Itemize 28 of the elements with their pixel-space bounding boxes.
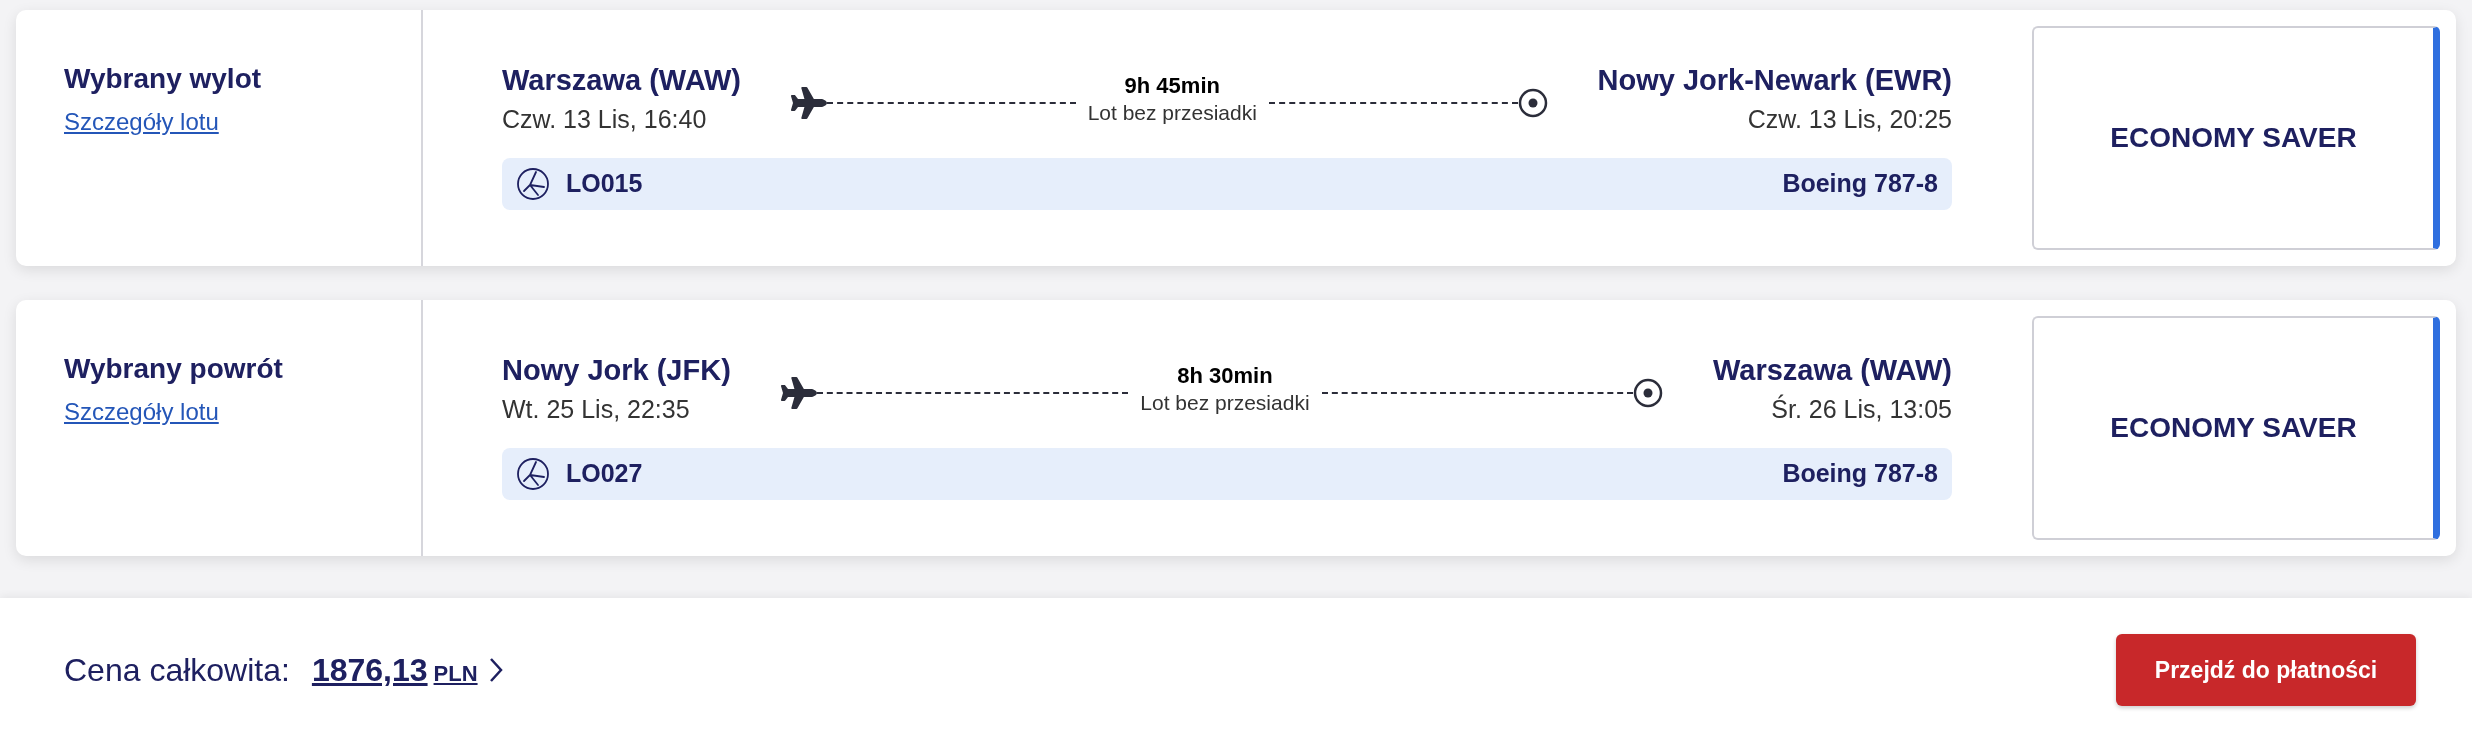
aircraft-type: Boeing 787-8 [1782,458,1938,490]
origin-city: Warszawa (WAW) [502,63,741,98]
aircraft-type: Boeing 787-8 [1782,168,1938,200]
destination-city: Warszawa (WAW) [1713,353,1952,388]
fare-option[interactable]: ECONOMY SAVER [2032,26,2440,250]
card-heading: Wybrany wylot [64,62,262,96]
total-price-label: Cena całkowita: [64,651,290,690]
flight-number: LO015 [566,168,643,200]
arrival-time: Czw. 13 Lis, 20:25 [1747,104,1952,135]
flight-details-link[interactable]: Szczegóły lotu [64,394,219,430]
pay-button[interactable]: Przejdź do płatności [2116,634,2416,706]
bird-logo-icon [516,457,550,491]
card-heading: Wybrany powrót [64,352,283,386]
departure-time: Wt. 25 Lis, 22:35 [502,394,691,425]
flight-details-link[interactable]: Szczegóły lotu [64,104,219,140]
flight-duration: 8h 30min [1177,362,1273,390]
flight-duration: 9h 45min [1124,72,1220,100]
bird-logo-icon [516,167,550,201]
origin-city: Nowy Jork (JFK) [502,353,731,388]
total-price-link[interactable]: 1876,13 PLN [311,646,478,694]
chevron-right-icon [487,656,504,684]
flight-number: LO027 [566,458,643,490]
fare-option[interactable]: ECONOMY SAVER [2032,316,2440,540]
departure-time: Czw. 13 Lis, 16:40 [502,104,708,135]
stops-info: Lot bez przesiadki [1140,390,1310,416]
stops-info: Lot bez przesiadki [1087,100,1257,126]
arrival-time: Śr. 26 Lis, 13:05 [1771,393,1952,425]
destination-city: Nowy Jork-Newark (EWR) [1597,63,1952,98]
